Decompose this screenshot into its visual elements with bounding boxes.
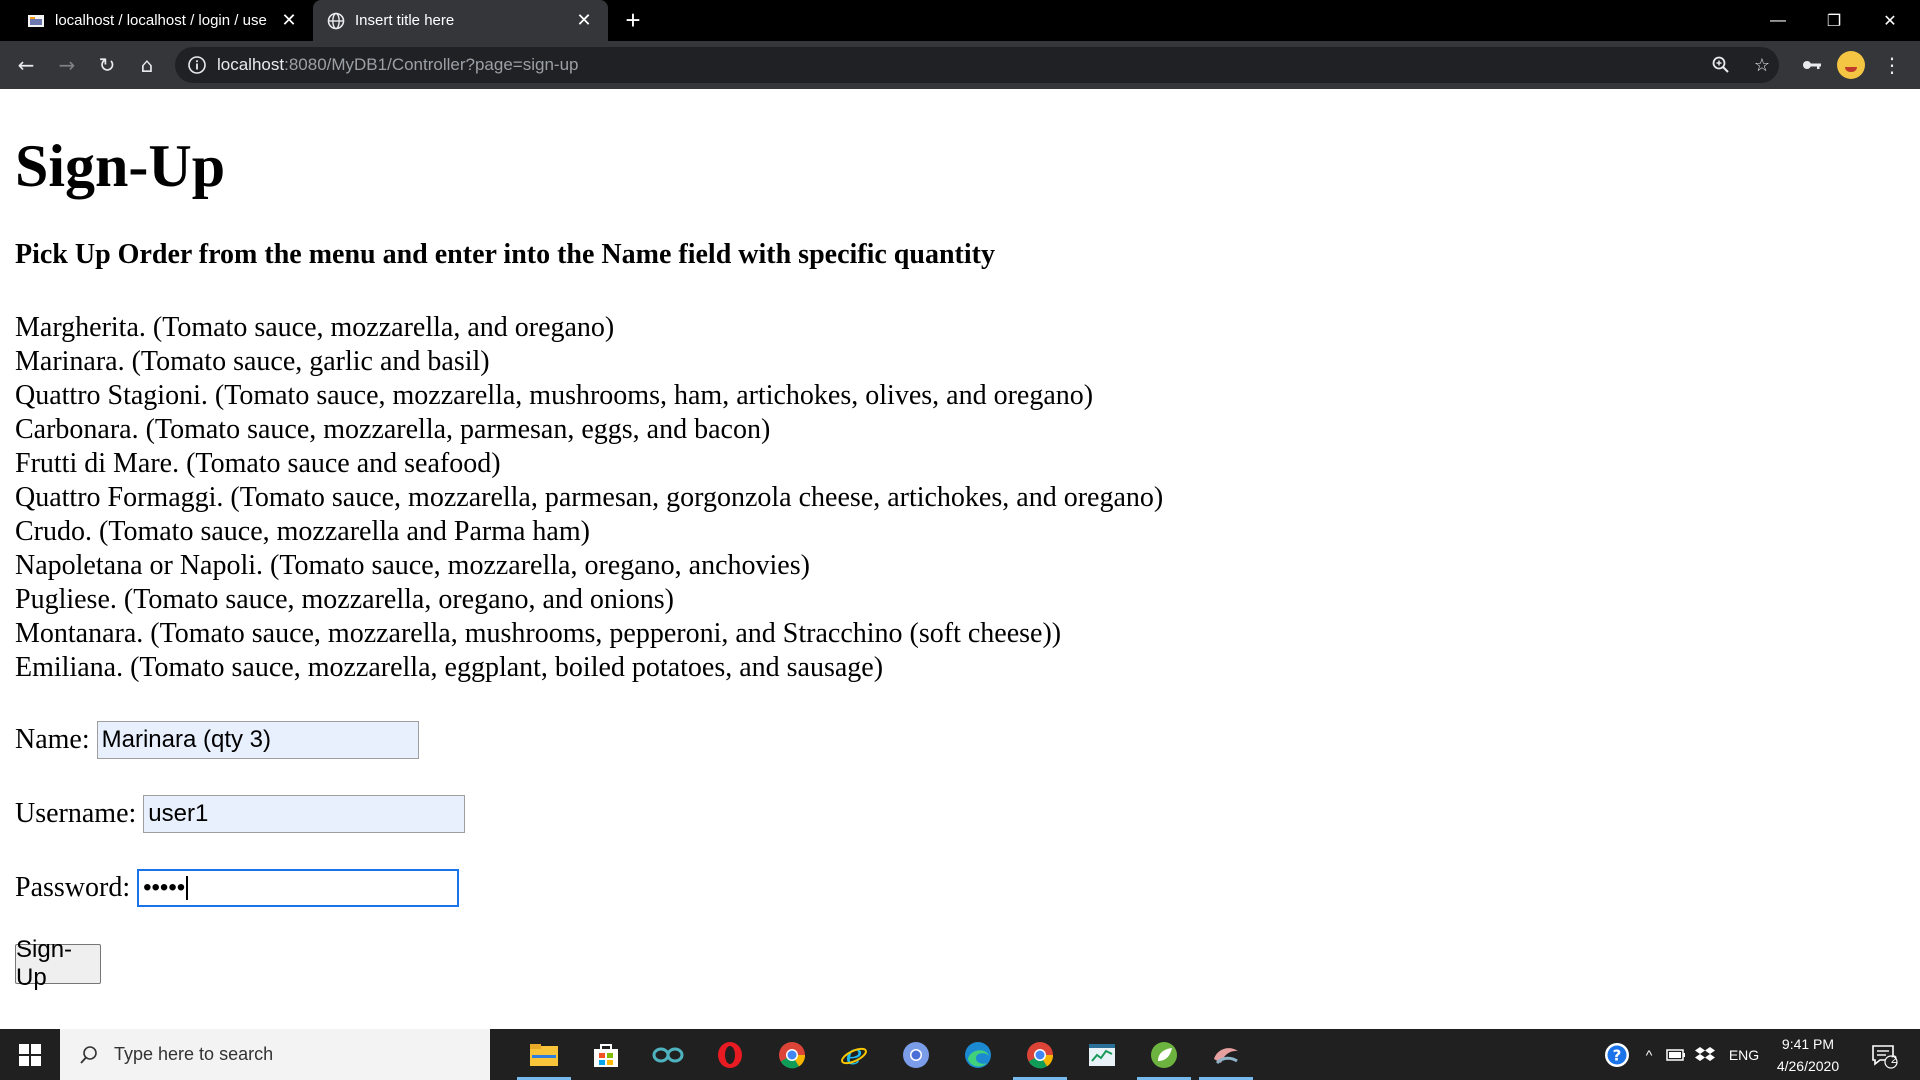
site-info-icon[interactable]: [187, 55, 207, 75]
password-value: •••••: [143, 874, 186, 901]
menu-item: Montanara. (Tomato sauce, mozzarella, mu…: [15, 618, 1062, 649]
password-label: Password:: [15, 872, 131, 903]
text-caret: [186, 876, 189, 900]
menu-item: Crudo. (Tomato sauce, mozzarella and Par…: [15, 516, 590, 547]
forward-arrow-icon[interactable]: →: [51, 49, 83, 81]
tab-title: localhost / localhost / login / use: [55, 12, 267, 29]
search-placeholder: Type here to search: [114, 1044, 274, 1064]
username-label: Username:: [15, 798, 137, 829]
password-input[interactable]: •••••: [137, 869, 460, 907]
close-tab-icon[interactable]: ✕: [277, 10, 301, 31]
battery-icon[interactable]: [1664, 1029, 1688, 1080]
edge-icon[interactable]: [947, 1029, 1009, 1080]
close-window-icon[interactable]: ✕: [1862, 0, 1918, 41]
dropbox-icon[interactable]: [1692, 1029, 1718, 1080]
page-title: Sign-Up: [15, 133, 226, 199]
bookmark-star-icon[interactable]: ☆: [1750, 53, 1774, 77]
url-host: localhost: [217, 55, 285, 74]
svg-text:?: ?: [1613, 1046, 1622, 1064]
taskbar-clock[interactable]: 9:41 PM 4/26/2020: [1766, 1029, 1850, 1080]
chrome-active-icon[interactable]: [1009, 1029, 1071, 1080]
opera-icon[interactable]: [699, 1029, 761, 1080]
profile-avatar[interactable]: [1837, 51, 1865, 79]
password-row: Password: •••••: [15, 868, 460, 908]
menu-item: Margherita. (Tomato sauce, mozzarella, a…: [15, 312, 615, 343]
reload-icon[interactable]: ↻: [91, 49, 123, 81]
browser-tab-bar: localhost / localhost / login / use ✕ In…: [0, 0, 1920, 41]
sign-up-button[interactable]: Sign-Up: [15, 936, 101, 991]
spring-tool-suite-icon[interactable]: [1133, 1029, 1195, 1080]
chevron-up-icon[interactable]: ^: [1638, 1029, 1660, 1080]
url-path: :8080/MyDB1/Controller?page=sign-up: [284, 55, 579, 74]
phpmyadmin-favicon-icon: [27, 12, 45, 30]
task-manager-icon[interactable]: [1071, 1029, 1133, 1080]
name-label: Name:: [15, 724, 90, 755]
username-row: Username: user1: [15, 794, 466, 834]
taskbar-search[interactable]: Type here to search: [60, 1029, 490, 1080]
arduino-infinity-icon[interactable]: [637, 1029, 699, 1080]
language-indicator[interactable]: ENG: [1726, 1029, 1762, 1080]
zoom-icon[interactable]: [1709, 53, 1733, 77]
key-icon[interactable]: [1796, 49, 1828, 81]
url-text[interactable]: localhost:8080/MyDB1/Controller?page=sig…: [217, 47, 578, 83]
page-subtitle: Pick Up Order from the menu and enter in…: [15, 239, 995, 270]
page-content: Sign-Up Pick Up Order from the menu and …: [15, 89, 1905, 1029]
clock-time: 9:41 PM: [1781, 1035, 1835, 1052]
menu-item: Pugliese. (Tomato sauce, mozzarella, ore…: [15, 584, 674, 615]
tab-insert-title[interactable]: Insert title here ✕: [313, 0, 608, 41]
address-bar[interactable]: localhost:8080/MyDB1/Controller?page=sig…: [175, 47, 1779, 83]
windows-taskbar: Type here to search e ? ^ ENG 9:41 PM 4/…: [0, 1029, 1920, 1080]
tab-title: Insert title here: [355, 12, 455, 29]
menu-item: Quattro Formaggi. (Tomato sauce, mozzare…: [15, 482, 1164, 513]
tab-phpmyadmin[interactable]: localhost / localhost / login / use ✕: [13, 0, 313, 41]
back-arrow-icon[interactable]: ←: [10, 49, 42, 81]
minimize-icon[interactable]: —: [1750, 0, 1806, 41]
username-input[interactable]: user1: [143, 795, 466, 833]
menu-item: Napoletana or Napoli. (Tomato sauce, moz…: [15, 550, 810, 581]
mysql-workbench-icon[interactable]: [1195, 1029, 1257, 1080]
file-explorer-icon[interactable]: [513, 1029, 575, 1080]
new-tab-button[interactable]: +: [618, 6, 648, 36]
search-icon: [78, 1044, 100, 1066]
menu-item: Carbonara. (Tomato sauce, mozzarella, pa…: [15, 414, 771, 445]
chrome-icon[interactable]: [761, 1029, 823, 1080]
name-value: Marinara (qty 3): [101, 726, 272, 753]
name-row: Name: Marinara (qty 3): [15, 720, 419, 760]
chromium-icon[interactable]: [885, 1029, 947, 1080]
close-tab-icon[interactable]: ✕: [572, 10, 596, 31]
internet-explorer-icon[interactable]: e: [823, 1029, 885, 1080]
browser-toolbar: ← → ↻ ⌂ localhost:8080/MyDB1/Controller?…: [0, 41, 1920, 89]
more-options-icon[interactable]: ⋮: [1876, 49, 1908, 81]
clock-date: 4/26/2020: [1776, 1057, 1840, 1074]
menu-item: Quattro Stagioni. (Tomato sauce, mozzare…: [15, 380, 1094, 411]
notifications-icon[interactable]: 2: [1864, 1029, 1904, 1080]
menu-item: Frutti di Mare. (Tomato sauce and seafoo…: [15, 448, 501, 479]
menu-item: Marinara. (Tomato sauce, garlic and basi…: [15, 346, 490, 377]
svg-text:e: e: [846, 1041, 863, 1069]
restore-icon[interactable]: ❐: [1806, 0, 1862, 41]
microsoft-store-icon[interactable]: [575, 1029, 637, 1080]
pizza-menu-list: Margherita. (Tomato sauce, mozzarella, a…: [15, 311, 1163, 685]
windows-start-icon[interactable]: [0, 1029, 60, 1080]
menu-item: Emiliana. (Tomato sauce, mozzarella, egg…: [15, 652, 884, 683]
notification-count: 2: [1890, 1054, 1898, 1066]
home-icon[interactable]: ⌂: [131, 49, 163, 81]
globe-icon: [327, 12, 345, 30]
help-icon[interactable]: ?: [1600, 1029, 1634, 1080]
name-input[interactable]: Marinara (qty 3): [96, 721, 419, 759]
username-value: user1: [148, 800, 209, 827]
